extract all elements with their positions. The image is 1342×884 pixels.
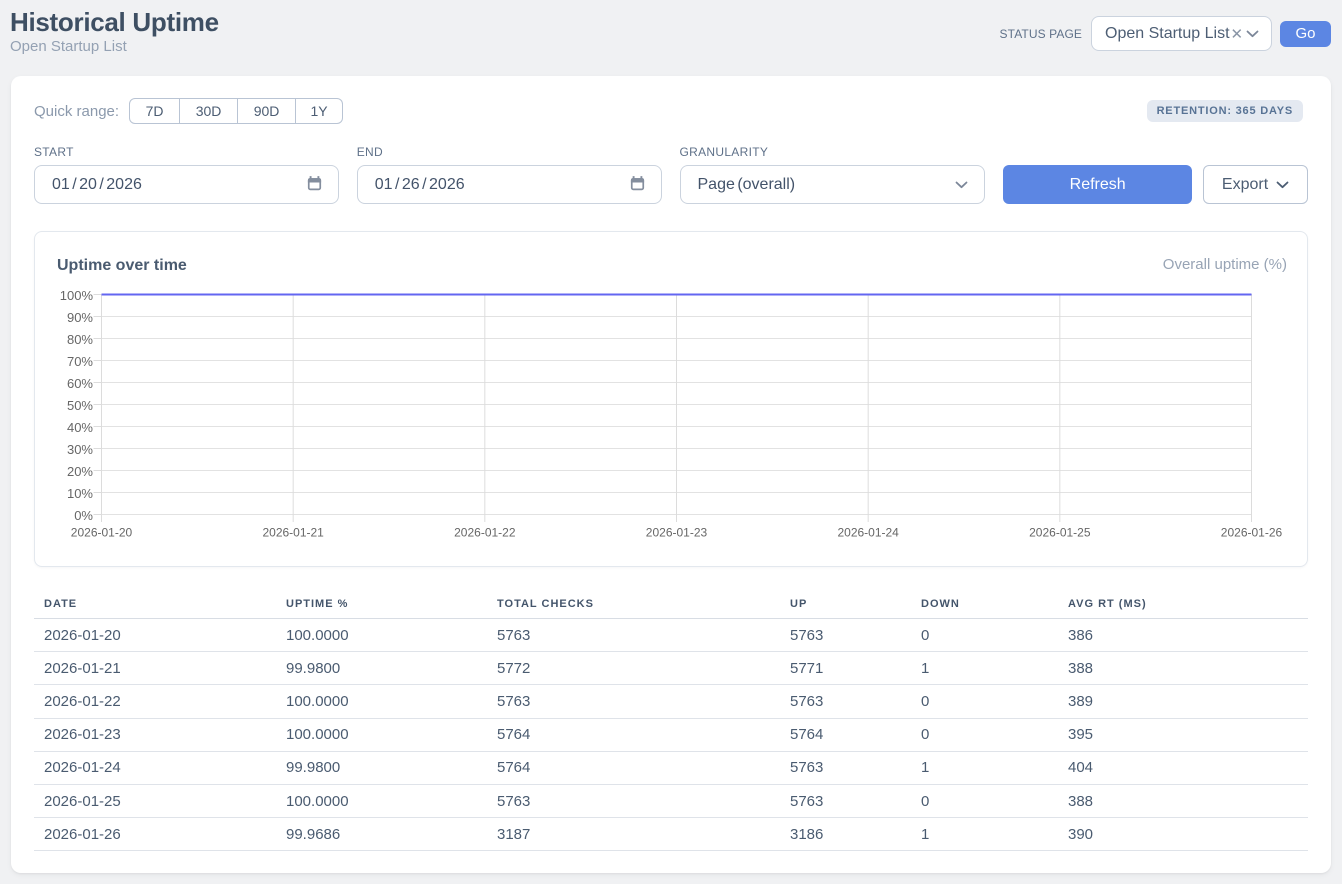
svg-text:20%: 20% [67, 464, 93, 479]
svg-text:2026-01-22: 2026-01-22 [454, 526, 516, 540]
svg-text:50%: 50% [67, 398, 93, 413]
svg-text:2026-01-20: 2026-01-20 [71, 526, 133, 540]
svg-text:2026-01-23: 2026-01-23 [646, 526, 708, 540]
svg-text:0%: 0% [74, 508, 93, 523]
svg-text:100%: 100% [60, 288, 94, 303]
svg-text:2026-01-26: 2026-01-26 [1221, 526, 1283, 540]
svg-text:10%: 10% [67, 486, 93, 501]
svg-text:40%: 40% [67, 420, 93, 435]
svg-text:30%: 30% [67, 442, 93, 457]
svg-text:2026-01-24: 2026-01-24 [837, 526, 899, 540]
svg-text:80%: 80% [67, 332, 93, 347]
svg-text:60%: 60% [67, 376, 93, 391]
svg-text:70%: 70% [67, 354, 93, 369]
svg-text:2026-01-21: 2026-01-21 [262, 526, 324, 540]
svg-text:90%: 90% [67, 310, 93, 325]
svg-text:2026-01-25: 2026-01-25 [1029, 526, 1091, 540]
